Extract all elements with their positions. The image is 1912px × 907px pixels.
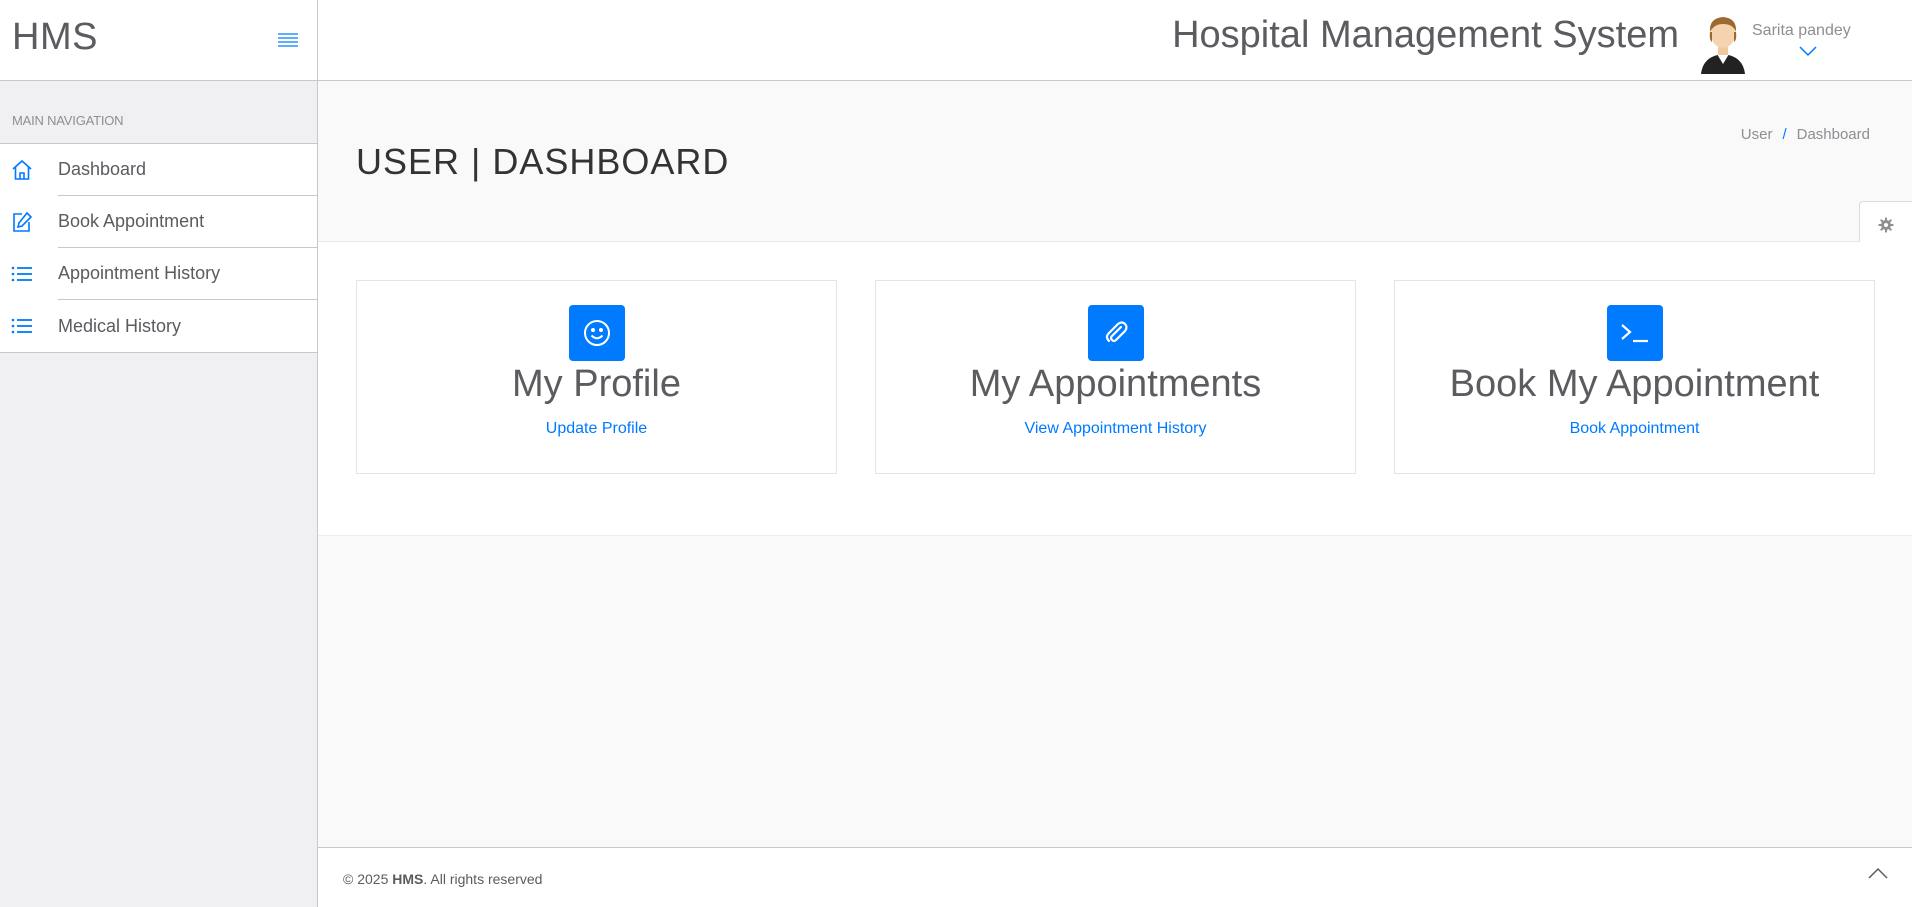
breadcrumb: User / Dashboard (1741, 126, 1870, 143)
terminal-icon (1606, 305, 1663, 361)
copyright-prefix: © 2025 (343, 871, 393, 887)
copyright-suffix: . All rights reserved (423, 871, 543, 887)
user-avatar[interactable] (1697, 12, 1749, 74)
card-title: My Appointments (969, 363, 1262, 405)
dashboard-cards: My Profile Update Profile My Appointment… (318, 242, 1912, 536)
card-title: Book My Appointment (1449, 363, 1820, 405)
smile-icon (568, 305, 625, 361)
paperclip-icon (1087, 305, 1144, 361)
card-book-my-appointment: Book My Appointment Book Appointment (1394, 280, 1875, 474)
sidebar-item-label: Appointment History (58, 248, 317, 300)
sidebar-item-label: Book Appointment (58, 196, 317, 248)
brand-bar: HMS (0, 0, 317, 81)
breadcrumb-root[interactable]: User (1741, 126, 1773, 143)
main-navigation: Dashboard Book Appointment Appointment H… (0, 143, 317, 353)
list-icon (0, 264, 58, 284)
card-title: My Profile (512, 363, 681, 405)
card-my-profile: My Profile Update Profile (356, 280, 837, 474)
app-title: Hospital Management System (1172, 14, 1679, 56)
book-appointment-link[interactable]: Book Appointment (1395, 420, 1874, 438)
sidebar-item-book-appointment[interactable]: Book Appointment (0, 196, 317, 248)
edit-icon (0, 211, 58, 233)
page-title: USER | DASHBOARD (356, 141, 730, 182)
brand-logo[interactable]: HMS (12, 16, 98, 59)
hamburger-menu-icon[interactable] (277, 30, 299, 48)
home-icon (0, 159, 58, 181)
breadcrumb-separator: / (1782, 126, 1787, 143)
chevron-up-icon[interactable] (1867, 866, 1889, 880)
list-icon (0, 316, 58, 336)
footer-brand: HMS (392, 871, 424, 887)
view-appointment-history-link[interactable]: View Appointment History (876, 420, 1355, 438)
breadcrumb-current: Dashboard (1796, 126, 1870, 143)
sidebar-item-medical-history[interactable]: Medical History (0, 300, 317, 352)
chevron-down-icon[interactable] (1798, 44, 1818, 57)
copyright-text: © 2025 HMS. All rights reserved (343, 871, 542, 887)
user-name[interactable]: Sarita pandey (1752, 22, 1851, 40)
update-profile-link[interactable]: Update Profile (357, 420, 836, 438)
nav-section-title: MAIN NAVIGATION (12, 113, 124, 128)
sidebar-item-dashboard[interactable]: Dashboard (0, 144, 317, 196)
gear-icon (1878, 217, 1894, 238)
sidebar: HMS MAIN NAVIGATION Dashboard Book Appoi… (0, 0, 318, 907)
page-header: USER | DASHBOARD User / Dashboard (318, 81, 1912, 242)
footer: © 2025 HMS. All rights reserved (318, 847, 1912, 907)
top-header: Hospital Management System Sarita pandey (318, 0, 1912, 81)
sidebar-item-label: Dashboard (58, 144, 317, 196)
card-my-appointments: My Appointments View Appointment History (875, 280, 1356, 474)
sidebar-item-appointment-history[interactable]: Appointment History (0, 248, 317, 300)
sidebar-item-label: Medical History (58, 315, 182, 336)
